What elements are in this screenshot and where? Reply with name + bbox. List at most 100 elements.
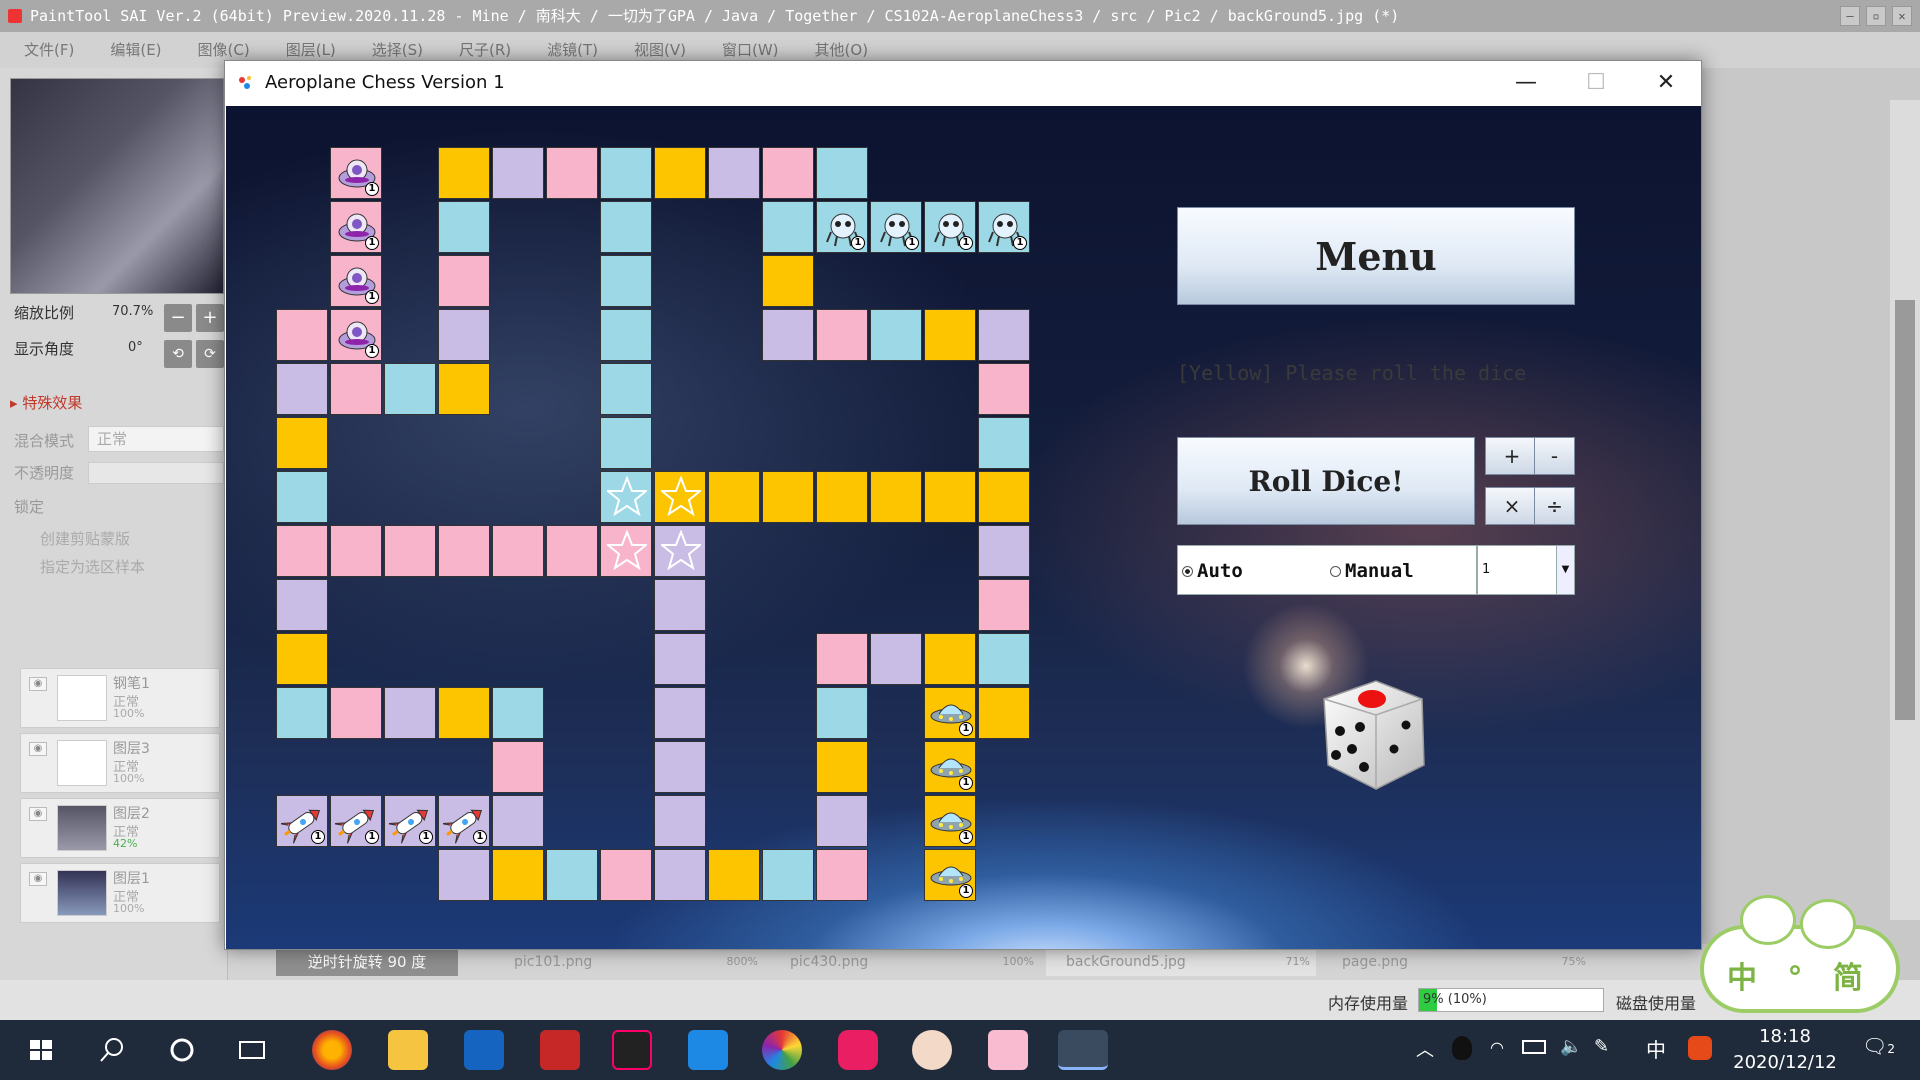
auto-radio[interactable]: Auto [1182, 560, 1243, 582]
file-tab[interactable]: pic101.png 800% [494, 948, 764, 976]
minus-button[interactable]: - [1534, 437, 1575, 475]
close-button[interactable]: ✕ [1631, 61, 1701, 105]
navigator-thumbnail[interactable] [10, 78, 224, 294]
board-cell[interactable]: 1 [924, 201, 976, 253]
board-cell[interactable] [870, 633, 922, 685]
board-cell[interactable] [330, 525, 382, 577]
board-cell[interactable]: 1 [330, 255, 382, 307]
board-cell[interactable] [978, 579, 1030, 631]
tray-arrow-icon[interactable]: ︿ [1416, 1036, 1434, 1062]
board-cell[interactable] [438, 255, 490, 307]
board-cell[interactable] [654, 471, 706, 523]
board-cell[interactable] [654, 579, 706, 631]
pen-icon[interactable]: ✎ [1594, 1036, 1609, 1057]
menu-edit[interactable]: 编辑(E) [110, 32, 161, 68]
board-cell[interactable] [276, 363, 328, 415]
menu-button[interactable]: Menu [1177, 207, 1575, 305]
board-cell[interactable]: 1 [924, 795, 976, 847]
file-tab[interactable]: page.png 75% [1322, 948, 1592, 976]
rotate-ccw-button[interactable]: 逆时针旋转 90 度 [276, 948, 458, 976]
board-cell[interactable] [924, 471, 976, 523]
plus-button[interactable]: + [1485, 437, 1539, 475]
board-cell[interactable] [654, 687, 706, 739]
board-cell[interactable]: 1 [438, 795, 490, 847]
windows-start-icon[interactable] [22, 1030, 62, 1070]
layer-item[interactable]: ◉ 图层3 正常 100% [20, 733, 220, 793]
board-cell[interactable] [384, 363, 436, 415]
board-cell[interactable]: 1 [384, 795, 436, 847]
dev-cpp-icon[interactable] [464, 1030, 504, 1070]
file-tab-active[interactable]: backGround5.jpg 71% [1046, 948, 1316, 976]
board-cell[interactable] [384, 525, 436, 577]
board-cell[interactable] [600, 471, 652, 523]
board-cell[interactable] [600, 363, 652, 415]
board-cell[interactable] [978, 687, 1030, 739]
board-cell[interactable] [924, 633, 976, 685]
board-cell[interactable] [600, 255, 652, 307]
ime-sticker-widget[interactable]: 中 ° 简 [1700, 895, 1900, 1015]
board-cell[interactable]: 1 [924, 687, 976, 739]
board-cell[interactable] [276, 579, 328, 631]
board-cell[interactable]: 1 [978, 201, 1030, 253]
board-cell[interactable] [276, 687, 328, 739]
clip-mask-label[interactable]: 创建剪贴蒙版 [40, 528, 130, 549]
board-cell[interactable] [816, 849, 868, 901]
board-cell[interactable] [546, 849, 598, 901]
board-cell[interactable] [978, 417, 1030, 469]
divide-button[interactable]: ÷ [1534, 487, 1575, 525]
board-cell[interactable]: 1 [276, 795, 328, 847]
board-cell[interactable] [276, 471, 328, 523]
rotate-right-button[interactable]: ⟳ [196, 340, 224, 368]
board-cell[interactable] [816, 633, 868, 685]
board-cell[interactable] [762, 147, 814, 199]
board-cell[interactable]: 1 [330, 309, 382, 361]
board-cell[interactable] [492, 687, 544, 739]
board-cell[interactable] [654, 741, 706, 793]
board-cell[interactable] [708, 471, 760, 523]
board-cell[interactable] [384, 687, 436, 739]
minimize-button[interactable]: — [1491, 61, 1561, 105]
aeroplane-chess-task-icon[interactable] [1058, 1030, 1108, 1070]
notification-icon[interactable]: 🗨2 [1862, 1034, 1895, 1058]
board-cell[interactable] [978, 471, 1030, 523]
board-cell[interactable] [492, 525, 544, 577]
battery-icon[interactable] [1522, 1040, 1546, 1054]
board-cell[interactable] [492, 795, 544, 847]
board-cell[interactable] [492, 849, 544, 901]
board-cell[interactable]: 1 [330, 795, 382, 847]
board-cell[interactable] [708, 849, 760, 901]
menu-file[interactable]: 文件(F) [24, 32, 74, 68]
chevron-down-icon[interactable]: ▼ [1556, 546, 1574, 594]
board-cell[interactable]: 1 [870, 201, 922, 253]
layer-item[interactable]: ◉ 图层2 正常 42% [20, 798, 220, 858]
volume-icon[interactable]: 🔈 [1560, 1036, 1582, 1057]
board-cell[interactable] [978, 525, 1030, 577]
board-cell[interactable] [276, 633, 328, 685]
board-cell[interactable] [438, 525, 490, 577]
sai-minimize-button[interactable]: – [1840, 6, 1860, 26]
board-cell[interactable] [492, 147, 544, 199]
board-cell[interactable] [708, 147, 760, 199]
board-cell[interactable] [762, 471, 814, 523]
board-cell[interactable] [330, 687, 382, 739]
opacity-slider[interactable] [88, 462, 224, 484]
file-tab[interactable]: pic430.png 100% [770, 948, 1040, 976]
board-cell[interactable]: 1 [924, 741, 976, 793]
file-explorer-icon[interactable] [388, 1030, 428, 1070]
board-cell[interactable] [600, 201, 652, 253]
board-cell[interactable] [978, 633, 1030, 685]
board-cell[interactable] [654, 633, 706, 685]
board-cell[interactable] [330, 363, 382, 415]
board-cell[interactable] [600, 849, 652, 901]
sai-restore-button[interactable]: ▫ [1866, 6, 1886, 26]
board-cell[interactable] [924, 309, 976, 361]
layer-item[interactable]: ◉ 钢笔1 正常 100% [20, 668, 220, 728]
zoom-in-button[interactable]: + [196, 304, 224, 332]
multiply-button[interactable]: × [1485, 487, 1539, 525]
ime-indicator[interactable]: 中 [1646, 1034, 1666, 1063]
effects-header[interactable]: ▸ 特殊效果 [10, 392, 82, 413]
taskbar-clock[interactable]: 18:18 2020/12/12 [1730, 1024, 1840, 1076]
intellij-icon[interactable] [612, 1030, 652, 1070]
board-cell[interactable] [600, 309, 652, 361]
board-cell[interactable] [276, 417, 328, 469]
